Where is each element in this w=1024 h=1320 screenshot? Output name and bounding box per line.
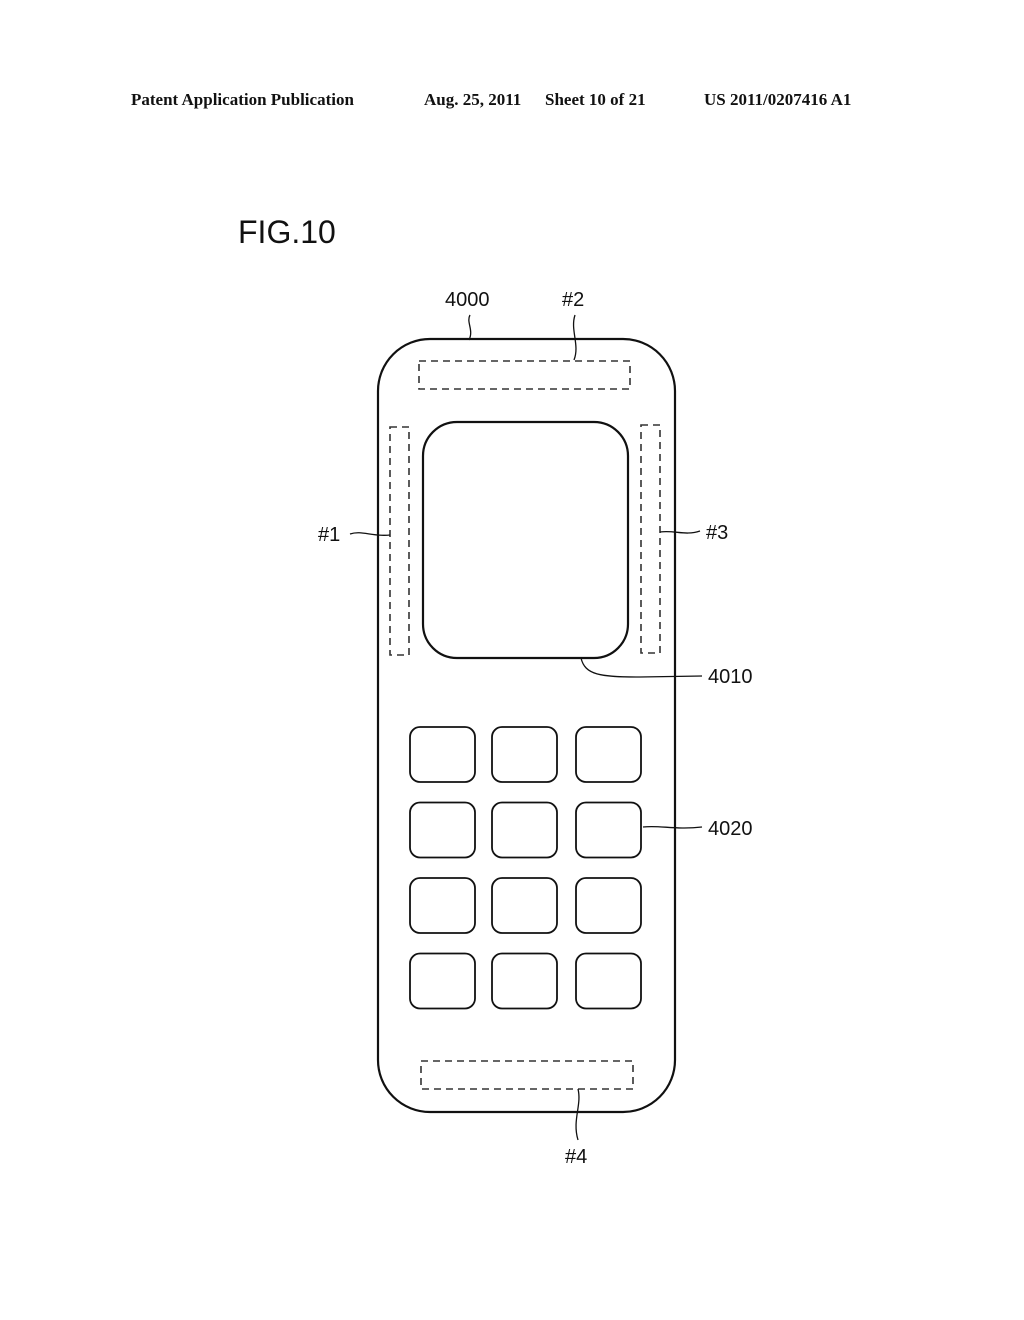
leader-line-2 — [572, 314, 577, 361]
label-antenna-4: #4 — [565, 1146, 587, 1168]
leader-line-4 — [575, 1088, 580, 1141]
label-antenna-3: #3 — [706, 522, 728, 544]
keypad-key — [491, 801, 558, 859]
antenna-region-3 — [640, 424, 661, 654]
keypad-key — [491, 726, 558, 783]
phone-diagram: 4000 #2 #1 #3 4010 4020 #4 — [318, 289, 753, 1168]
label-antenna-1: #1 — [318, 524, 340, 546]
label-antenna-2: #2 — [562, 289, 584, 311]
leader-line-4000 — [468, 314, 472, 341]
keypad-key — [491, 952, 558, 1010]
keypad-key — [575, 877, 642, 934]
keypad-key — [575, 952, 642, 1010]
antenna-region-2 — [418, 360, 631, 390]
keypad-key — [575, 801, 642, 859]
leader-line-4010 — [580, 657, 703, 678]
label-4010: 4010 — [708, 666, 753, 688]
keypad-key — [409, 877, 476, 934]
display-screen — [421, 420, 630, 660]
leader-line-4020 — [642, 825, 703, 829]
antenna-region-1 — [389, 426, 410, 656]
keypad-key — [575, 726, 642, 783]
label-4020: 4020 — [708, 818, 753, 840]
keypad-key — [409, 952, 476, 1010]
leader-line-1 — [349, 532, 391, 537]
leader-line-3 — [659, 530, 701, 534]
keypad-key — [409, 801, 476, 859]
keypad-key — [491, 877, 558, 934]
antenna-region-4 — [420, 1060, 634, 1090]
keypad-key — [409, 726, 476, 783]
label-4000: 4000 — [445, 289, 490, 311]
keypad — [409, 726, 642, 1010]
